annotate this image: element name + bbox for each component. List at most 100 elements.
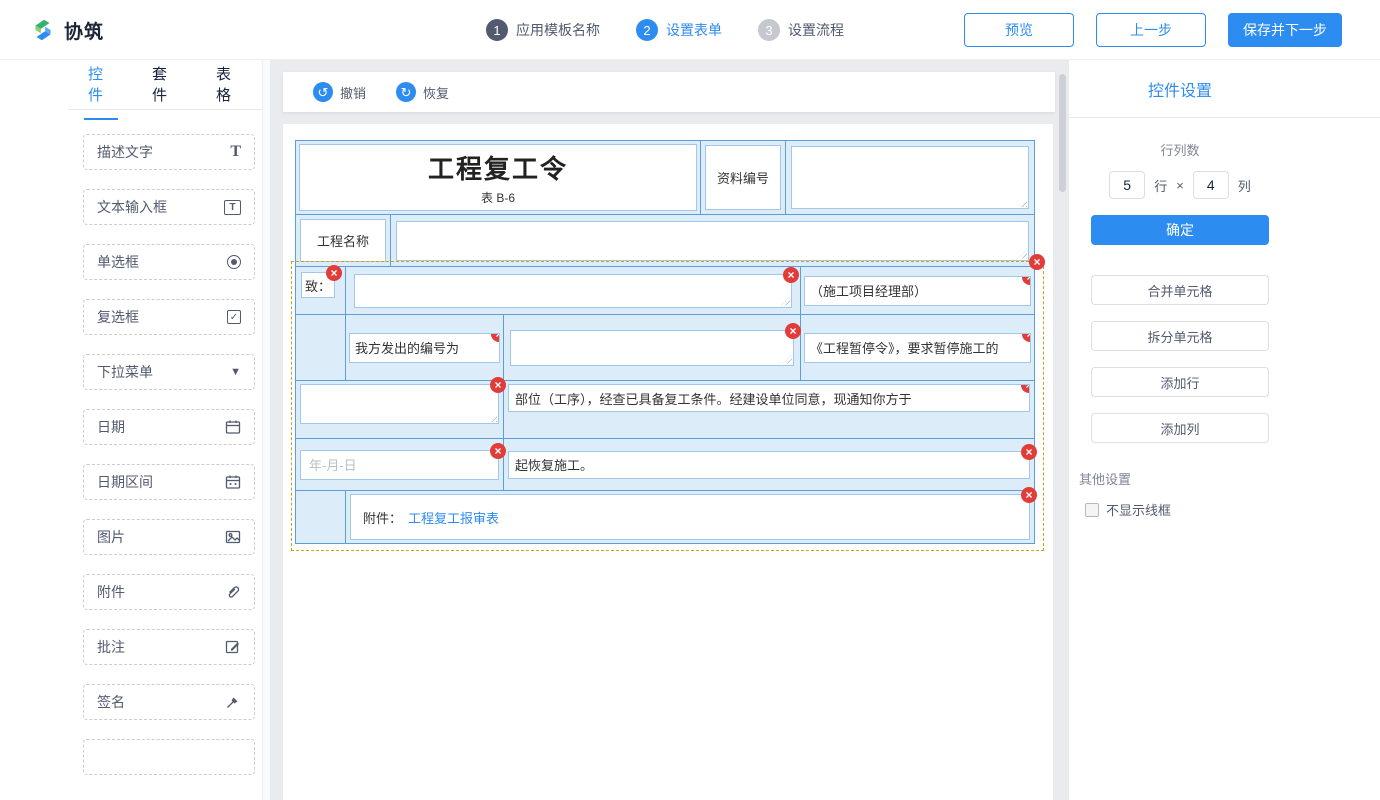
table-cell[interactable] xyxy=(296,491,346,543)
table-cell[interactable]: 年-月-日 × xyxy=(296,439,504,490)
project-name-label-box[interactable]: 工程名称 xyxy=(300,219,386,262)
doc-no-label: 资料编号 xyxy=(717,168,769,187)
redo-button[interactable]: ↻ 恢复 xyxy=(396,82,449,102)
step-template-name[interactable]: 1 应用模板名称 xyxy=(486,19,600,41)
control-item-date-range[interactable]: 日期区间 xyxy=(83,464,255,500)
table-cell[interactable]: （施工项目经理部） × xyxy=(801,267,1034,314)
resume-suffix-box[interactable]: 起恢复施工。 × xyxy=(508,451,1030,479)
table-cell[interactable] xyxy=(296,315,346,380)
delete-icon[interactable]: × xyxy=(783,267,799,283)
form-subtitle: 表 B-6 xyxy=(481,189,515,206)
control-item-checkbox[interactable]: 复选框 ✓ xyxy=(83,299,255,335)
form-title-box[interactable]: 工程复工令 表 B-6 xyxy=(299,144,697,211)
header-actions: 预览 上一步 保存并下一步 xyxy=(964,13,1342,47)
undo-label: 撤销 xyxy=(340,83,366,102)
table-cell[interactable]: 资料编号 xyxy=(701,141,786,214)
other-settings-label: 其他设置 xyxy=(1079,469,1380,488)
table-cell[interactable]: 工程复工令 表 B-6 xyxy=(296,141,701,214)
table-cell[interactable] xyxy=(786,141,1034,214)
attachment-link[interactable]: 工程复工报审表 xyxy=(408,508,499,527)
save-next-button[interactable]: 保存并下一步 xyxy=(1228,13,1342,47)
control-item-attachment[interactable]: 附件 xyxy=(83,574,255,610)
rows-input[interactable]: 5 xyxy=(1109,171,1145,199)
add-row-button[interactable]: 添加行 xyxy=(1091,367,1269,397)
checkbox-icon: ✓ xyxy=(227,310,241,324)
table-cell[interactable]: 《工程暂停令》，要求暂停施工的 × xyxy=(801,315,1034,380)
tab-tables[interactable]: 表格 xyxy=(212,60,246,120)
resize-handle-icon[interactable] xyxy=(1018,198,1027,207)
table-cell[interactable]: × xyxy=(504,315,801,380)
body-text-box[interactable]: 部位（工序），经查已具备复工条件。经建设单位同意，现通知你方于 × xyxy=(508,384,1030,412)
table-cell[interactable]: 起恢复施工。 × xyxy=(504,439,1034,490)
delete-group-icon[interactable]: × xyxy=(1029,254,1045,270)
undo-button[interactable]: ↺ 撤销 xyxy=(313,82,366,102)
sidebar-scrollbar[interactable] xyxy=(262,60,270,800)
delete-icon[interactable]: × xyxy=(1021,384,1030,393)
doc-no-label-box[interactable]: 资料编号 xyxy=(705,145,781,210)
delete-icon[interactable]: × xyxy=(490,443,506,459)
resize-handle-icon[interactable] xyxy=(488,413,497,422)
calendar-icon xyxy=(225,419,241,435)
table-row: 我方发出的编号为 × × 《工程暂停令》，要求暂停施工的 × xyxy=(296,315,1034,381)
table-cell[interactable]: 附件： 工程复工报审表 × xyxy=(346,491,1034,543)
control-item-text-input[interactable]: 文本输入框 T xyxy=(83,189,255,225)
control-item-date[interactable]: 日期 xyxy=(83,409,255,445)
table-cell[interactable]: × xyxy=(346,267,801,314)
cols-input[interactable]: 4 xyxy=(1193,171,1229,199)
step-form-setup[interactable]: 2 设置表单 xyxy=(636,19,722,41)
order-suffix-box[interactable]: 《工程暂停令》，要求暂停施工的 × xyxy=(804,333,1031,363)
control-item-radio[interactable]: 单选框 xyxy=(83,244,255,280)
resume-date-input[interactable]: 年-月-日 × xyxy=(300,450,499,480)
resize-handle-icon[interactable] xyxy=(783,355,792,364)
to-label-box[interactable]: 致： × xyxy=(301,272,335,298)
control-item-dropdown[interactable]: 下拉菜单 ▼ xyxy=(83,354,255,390)
step-2-label: 设置表单 xyxy=(666,20,722,40)
table-cell[interactable]: 部位（工序），经查已具备复工条件。经建设单位同意，现通知你方于 × xyxy=(504,381,1034,438)
delete-icon[interactable]: × xyxy=(1021,444,1037,460)
confirm-button[interactable]: 确定 xyxy=(1091,215,1269,245)
control-item-annotation[interactable]: 批注 xyxy=(83,629,255,665)
table-cell[interactable]: 我方发出的编号为 × xyxy=(346,315,504,380)
delete-icon[interactable]: × xyxy=(1022,276,1031,285)
resume-suffix-text: 起恢复施工。 xyxy=(515,455,593,474)
delete-icon[interactable]: × xyxy=(491,333,500,342)
hide-border-checkbox-icon[interactable] xyxy=(1085,503,1099,517)
project-name-input[interactable] xyxy=(396,221,1029,261)
tab-controls[interactable]: 控件 xyxy=(84,60,118,120)
split-cell-button[interactable]: 拆分单元格 xyxy=(1091,321,1269,351)
control-item-partial[interactable] xyxy=(83,739,255,775)
step-flow-setup[interactable]: 3 设置流程 xyxy=(758,19,844,41)
prev-step-button[interactable]: 上一步 xyxy=(1096,13,1206,47)
date-placeholder: 年-月-日 xyxy=(309,455,357,474)
logo-text: 协筑 xyxy=(64,17,104,44)
control-item-signature[interactable]: 签名 xyxy=(83,684,255,720)
table-cell[interactable]: × xyxy=(296,381,504,438)
delete-icon[interactable]: × xyxy=(490,377,506,393)
table-cell[interactable] xyxy=(391,215,1034,266)
merge-cells-button[interactable]: 合并单元格 xyxy=(1091,275,1269,305)
resize-handle-icon[interactable] xyxy=(1018,250,1027,259)
order-number-input[interactable]: × xyxy=(510,330,794,366)
tab-kits[interactable]: 套件 xyxy=(148,60,182,120)
table-cell[interactable]: 致： × xyxy=(296,267,346,314)
control-item-image[interactable]: 图片 xyxy=(83,519,255,555)
add-column-button[interactable]: 添加列 xyxy=(1091,413,1269,443)
delete-icon[interactable]: × xyxy=(785,323,801,339)
to-suffix-box[interactable]: （施工项目经理部） × xyxy=(804,276,1031,306)
delete-icon[interactable]: × xyxy=(1021,487,1037,503)
control-item-describe-text[interactable]: 描述文字 T xyxy=(83,134,255,170)
delete-icon[interactable]: × xyxy=(326,265,342,281)
delete-icon[interactable]: × xyxy=(1022,333,1031,342)
issued-label-box[interactable]: 我方发出的编号为 × xyxy=(349,333,500,363)
canvas-scrollbar[interactable] xyxy=(1059,74,1066,192)
doc-no-input[interactable] xyxy=(791,146,1029,209)
table-cell[interactable]: 工程名称 xyxy=(296,215,391,266)
selected-row-group[interactable]: × 致： × × xyxy=(296,267,1034,543)
preview-button[interactable]: 预览 xyxy=(964,13,1074,47)
hide-border-option[interactable]: 不显示线框 xyxy=(1085,500,1380,519)
to-recipient-input[interactable]: × xyxy=(354,274,792,308)
body-text: 部位（工序），经查已具备复工条件。经建设单位同意，现通知你方于 xyxy=(515,389,912,408)
work-section-input[interactable]: × xyxy=(300,384,499,424)
resize-handle-icon[interactable] xyxy=(781,297,790,306)
attachment-box[interactable]: 附件： 工程复工报审表 × xyxy=(350,494,1030,540)
